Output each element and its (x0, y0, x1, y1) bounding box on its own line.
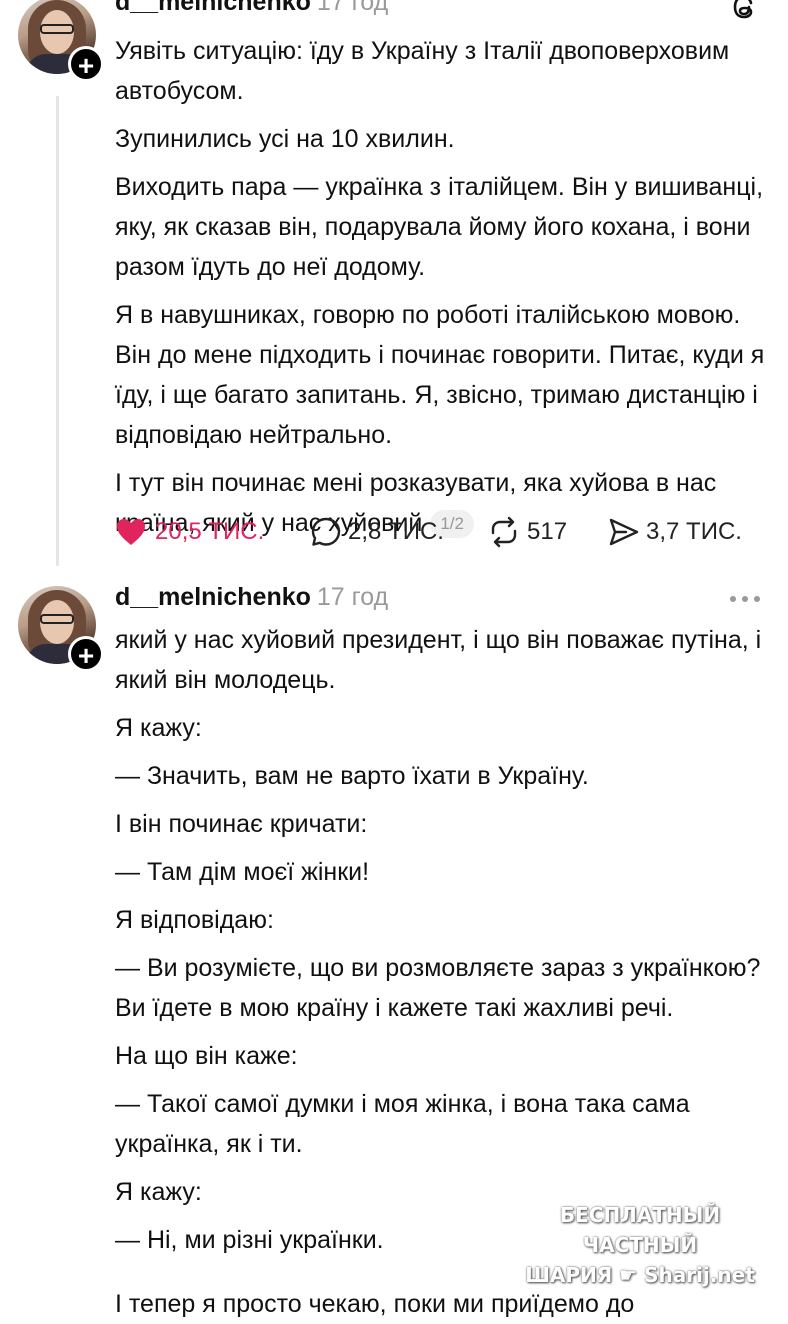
paragraph: який у нас хуйовий президент, і що він п… (115, 626, 762, 694)
more-icon[interactable] (728, 592, 762, 606)
comment-icon (310, 516, 342, 548)
threads-logo-icon[interactable] (730, 0, 760, 22)
heart-icon (115, 517, 147, 547)
action-bar: 20,5 ТИС. 2,8 ТИС. 517 3,7 ТИС. (115, 510, 765, 554)
paragraph: Я кажу: (115, 714, 202, 742)
paragraph: Уявіть ситуацію: їду в Україну з Італії … (115, 37, 730, 105)
paragraph: На що він каже: (115, 1042, 298, 1070)
paragraph: — Там дім моєї жінки! (115, 858, 370, 886)
like-button[interactable]: 20,5 ТИС. (115, 510, 264, 554)
comment-count: 2,8 ТИС. (348, 518, 444, 545)
paragraph: Зупинились усі на 10 хвилин. (115, 125, 455, 153)
paragraph: І він починає кричати: (115, 810, 368, 838)
paragraph: І тепер я просто чекаю, поки ми приїдемо… (115, 1290, 635, 1318)
thread-connector-line (56, 96, 59, 566)
repost-count: 517 (527, 518, 568, 545)
share-icon (608, 516, 640, 548)
avatar[interactable]: + (18, 586, 104, 672)
post-header: d__melnichenko 17 год (115, 0, 388, 17)
username[interactable]: d__melnichenko (115, 583, 311, 611)
paragraph: Я в навушниках, говорю по роботі італійс… (115, 301, 765, 449)
watermark-line-1: БЕСПЛАТНЫЙ ЧАСТНЫЙ (559, 1203, 721, 1257)
follow-plus-icon[interactable]: + (68, 636, 104, 672)
paragraph: — Ви розумієте, що ви розмовляєте зараз … (115, 954, 761, 1022)
paragraph: — Такої самої думки і моя жінка, і вона … (115, 1090, 690, 1158)
paragraph: Я відповідаю: (115, 906, 274, 934)
avatar[interactable]: + (18, 0, 104, 82)
username[interactable]: d__melnichenko (115, 0, 311, 16)
repost-button[interactable]: 517 (487, 510, 567, 554)
timestamp: 17 год (316, 583, 389, 611)
paragraph: — Значить, вам не варто їхати в Україну. (115, 762, 589, 790)
follow-plus-icon[interactable]: + (68, 46, 104, 82)
comment-button[interactable]: 2,8 ТИС. (310, 510, 444, 554)
share-button[interactable]: 3,7 ТИС. (608, 510, 742, 554)
watermark-site: Sharij.net (644, 1263, 755, 1287)
pointing-hand-icon: ☛ (619, 1263, 638, 1287)
paragraph: Виходить пара — українка з італійцем. Ві… (115, 173, 764, 281)
share-count: 3,7 ТИС. (646, 518, 742, 545)
post-text: Уявіть ситуацію: їду в Україну з Італії … (115, 31, 775, 543)
watermark-line-2: ШАРИЯ ☛ Sharij.net (505, 1260, 775, 1290)
post-header: d__melnichenko 17 год (115, 583, 388, 612)
watermark-brand: ШАРИЯ (525, 1263, 613, 1287)
timestamp: 17 год (316, 0, 389, 16)
watermark: БЕСПЛАТНЫЙ ЧАСТНЫЙ ШАРИЯ ☛ Sharij.net (505, 1200, 775, 1290)
repost-icon (487, 516, 521, 548)
like-count: 20,5 ТИС. (155, 518, 265, 545)
